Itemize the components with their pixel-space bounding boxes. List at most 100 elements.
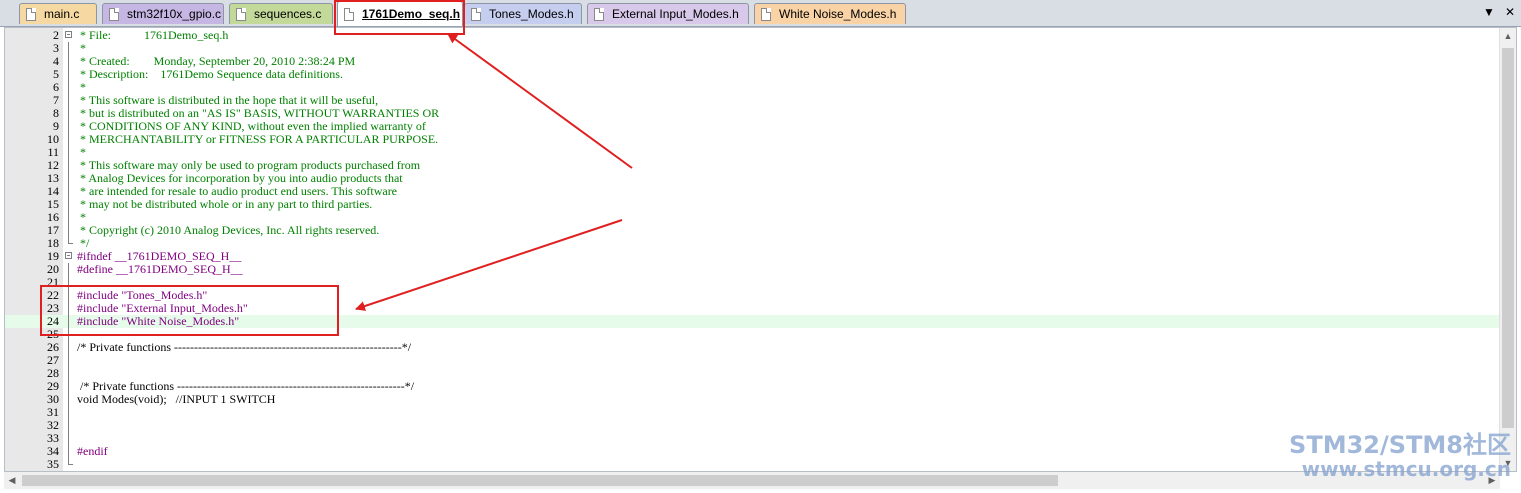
line-number: 3 — [53, 41, 59, 55]
fold-guide — [64, 354, 73, 367]
code-line[interactable]: 32 — [5, 419, 1500, 432]
fold-guide — [64, 107, 73, 120]
watermark: STM32/STM8社区 www.stmcu.org.cn — [1289, 432, 1511, 480]
watermark-title: STM32/STM8社区 — [1289, 431, 1511, 459]
fold-guide — [64, 302, 73, 315]
code-line[interactable]: 27 — [5, 354, 1500, 367]
code-text: * MERCHANTABILITY or FITNESS FOR A PARTI… — [77, 132, 439, 146]
code-line[interactable]: 26/* Private functions -----------------… — [5, 341, 1500, 354]
fold-guide — [64, 328, 73, 341]
code-line[interactable]: 2 * File: 1761Demo_seq.h — [5, 29, 1500, 42]
code-line[interactable]: 20 #define __1761DEMO_SEQ_H__ — [5, 263, 1500, 276]
fold-guide — [64, 198, 73, 211]
code-line[interactable]: 21 — [5, 276, 1500, 289]
tab-main-c[interactable]: main.c — [19, 3, 97, 24]
fold-guide — [64, 419, 73, 432]
close-tab-icon[interactable]: ✕ — [1502, 4, 1518, 20]
code-text: #endif — [77, 444, 108, 458]
tab-tones-modes-h[interactable]: Tones_Modes.h — [464, 3, 582, 24]
scroll-up-icon[interactable]: ▲ — [1500, 28, 1516, 44]
tab-1761demo-seq-h[interactable]: 1761Demo_seq.h — [337, 1, 463, 26]
fold-guide — [64, 276, 73, 289]
fold-guide — [64, 315, 73, 328]
tab-external-input-modes-h[interactable]: External Input_Modes.h — [587, 3, 749, 24]
code-line[interactable]: 33 — [5, 432, 1500, 445]
tab-stm32f10x-gpio-c[interactable]: stm32f10x_gpio.c — [102, 3, 224, 24]
code-line[interactable]: 30 void Modes(void); //INPUT 1 SWITCH — [5, 393, 1500, 406]
fold-guide — [64, 224, 73, 237]
code-text: void Modes(void); //INPUT 1 SWITCH — [77, 392, 276, 406]
line-number: 8 — [53, 106, 59, 120]
file-icon — [344, 7, 354, 21]
code-line[interactable]: 5 * Description: 1761Demo Sequence data … — [5, 68, 1500, 81]
fold-guide — [64, 68, 73, 81]
fold-guide — [64, 432, 73, 445]
fold-guide — [64, 393, 73, 406]
fold-guide — [64, 458, 73, 471]
fold-guide — [64, 159, 73, 172]
code-line[interactable]: 35 — [5, 458, 1500, 471]
code-text: * Copyright (c) 2010 Analog Devices, Inc… — [77, 223, 380, 237]
file-icon — [594, 7, 604, 21]
tab-bar: main.c stm32f10x_gpio.c sequences.c 1761Dem… — [0, 0, 1521, 27]
code-text: #define __1761DEMO_SEQ_H__ — [77, 262, 243, 276]
fold-guide — [64, 185, 73, 198]
line-number: 6 — [53, 80, 59, 94]
code-line[interactable]: 10 * MERCHANTABILITY or FITNESS FOR A PA… — [5, 133, 1500, 146]
code-text: * may not be distributed whole or in any… — [77, 197, 373, 211]
file-icon — [761, 7, 771, 21]
fold-guide — [64, 367, 73, 380]
watermark-url: www.stmcu.org.cn — [1301, 457, 1511, 481]
code-text: /* Private functions -------------------… — [77, 340, 412, 354]
vertical-scroll-thumb[interactable] — [1502, 48, 1514, 428]
fold-guide — [64, 94, 73, 107]
code-text: * Description: 1761Demo Sequence data de… — [77, 67, 343, 81]
tab-white-noise-modes-h[interactable]: White Noise_Modes.h — [754, 3, 906, 24]
code-text: * File: 1761Demo_seq.h — [77, 28, 229, 42]
tab-sequences-c[interactable]: sequences.c — [229, 3, 333, 24]
file-icon — [236, 7, 246, 21]
line-number: 4 — [53, 54, 59, 68]
line-number: 7 — [53, 93, 59, 107]
vertical-scrollbar[interactable]: ▲ ▼ — [1499, 28, 1516, 471]
tab-label: External Input_Modes.h — [612, 7, 739, 21]
tab-label: White Noise_Modes.h — [779, 7, 897, 21]
fold-guide — [64, 146, 73, 159]
fold-guide — [64, 211, 73, 224]
tab-label: 1761Demo_seq.h — [362, 7, 461, 21]
fold-guide — [64, 172, 73, 185]
tab-label: main.c — [44, 7, 80, 21]
fold-toggle-icon[interactable] — [64, 29, 73, 42]
fold-guide — [64, 445, 73, 458]
horizontal-scroll-thumb[interactable] — [22, 475, 1058, 486]
file-icon — [109, 7, 119, 21]
fold-guide — [64, 380, 73, 393]
fold-guide — [64, 55, 73, 68]
scroll-left-icon[interactable]: ◀ — [4, 472, 20, 488]
code-line[interactable]: 17 * Copyright (c) 2010 Analog Devices, … — [5, 224, 1500, 237]
fold-guide — [64, 263, 73, 276]
code-line[interactable]: 24 #include "White Noise_Modes.h" — [5, 315, 1500, 328]
line-number: 2 — [53, 28, 59, 42]
fold-guide — [64, 341, 73, 354]
fold-toggle-icon[interactable] — [64, 250, 73, 263]
code-line[interactable]: 34 #endif — [5, 445, 1500, 458]
code-editor[interactable]: 2 * File: 1761Demo_seq.h 3 * 4 * Created: … — [4, 27, 1517, 472]
fold-guide — [64, 42, 73, 55]
line-number: 5 — [53, 67, 59, 81]
fold-guide — [64, 81, 73, 94]
fold-guide — [64, 133, 73, 146]
code-line[interactable]: 31 — [5, 406, 1500, 419]
horizontal-scrollbar[interactable]: ◀ ▶ — [4, 472, 1500, 489]
code-line[interactable]: 15 * may not be distributed whole or in … — [5, 198, 1500, 211]
file-icon — [471, 7, 481, 21]
tab-list-dropdown-icon[interactable]: ▼ — [1481, 4, 1497, 20]
fold-guide — [64, 237, 73, 250]
code-text: #include "White Noise_Modes.h" — [77, 314, 240, 328]
line-number: 35 — [47, 457, 59, 471]
fold-guide — [64, 406, 73, 419]
tab-label: stm32f10x_gpio.c — [127, 7, 222, 21]
tab-label: Tones_Modes.h — [489, 7, 574, 21]
tab-label: sequences.c — [254, 7, 322, 21]
file-icon — [26, 7, 36, 21]
